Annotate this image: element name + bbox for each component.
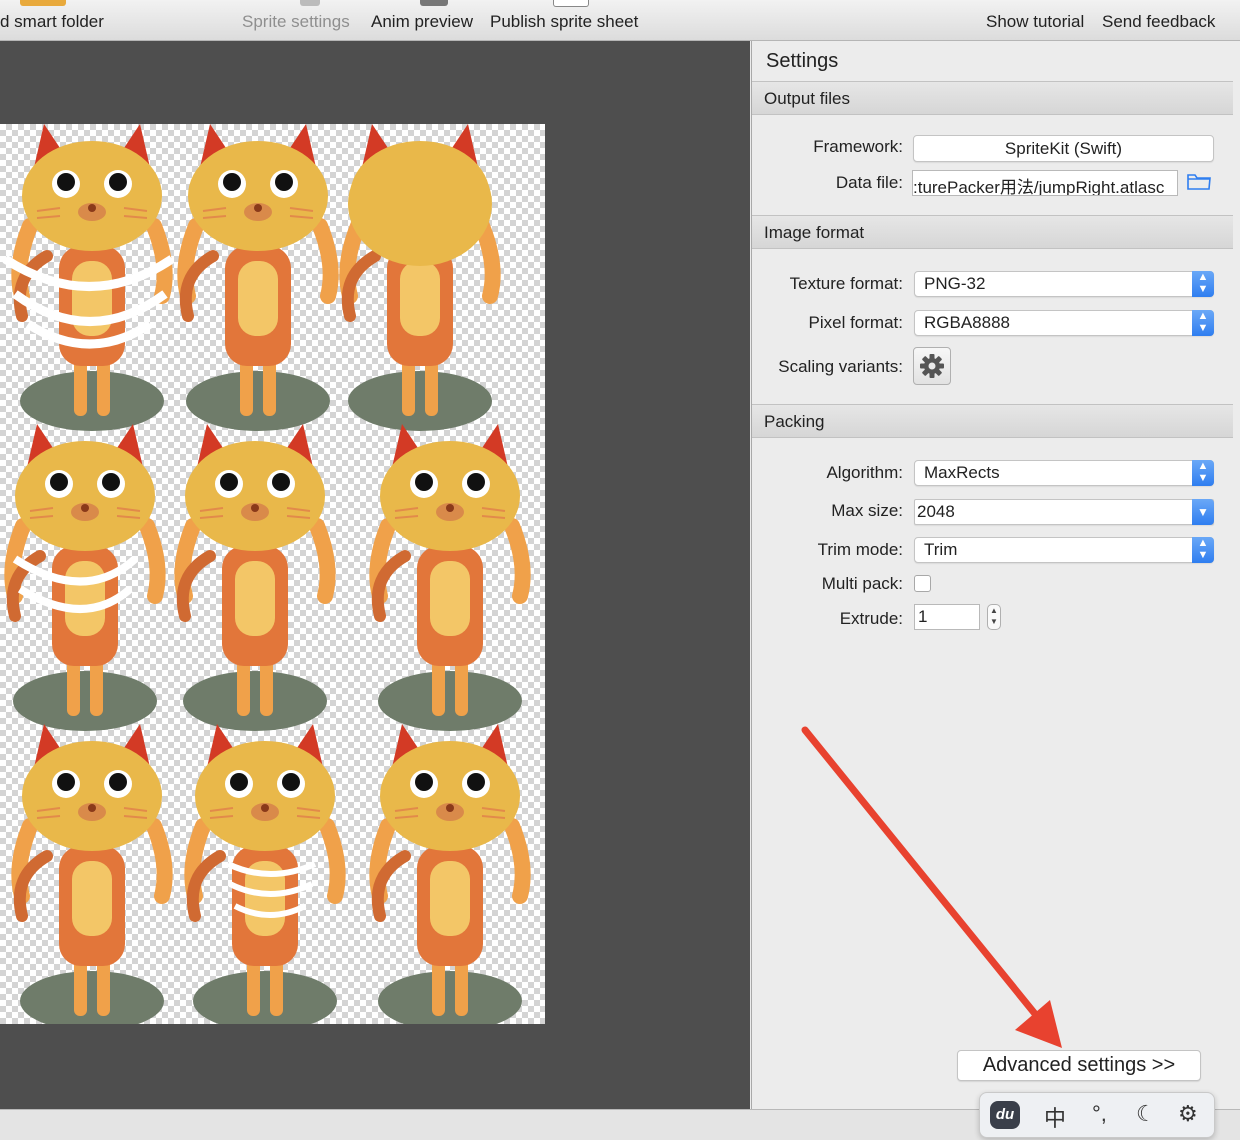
texture-format-value: PNG-32	[924, 274, 986, 293]
output-files-title: Output files	[764, 89, 850, 108]
extrude-stepper[interactable]: ▲ ▼	[987, 604, 1001, 630]
packing-title: Packing	[764, 412, 825, 431]
ime-toolbar: du 中 °, ☾ ⚙	[979, 1092, 1215, 1138]
cat-back-head	[348, 142, 492, 266]
settings-title: Settings	[766, 50, 839, 72]
anim-preview-icon	[420, 0, 448, 6]
pixel-format-select[interactable]: RGBA8888 ▲ ▼	[914, 310, 1214, 336]
data-file-value: :turePacker用法/jumpRight.atlasc	[913, 178, 1165, 196]
smart-folder-icon	[20, 0, 66, 6]
algorithm-label: Algorithm:	[826, 463, 903, 482]
texture-format-label: Texture format:	[789, 274, 903, 293]
ime-logo-icon[interactable]: du	[990, 1101, 1020, 1129]
framework-button[interactable]: SpriteKit (Swift)	[913, 135, 1214, 162]
select-arrows-icon: ▲ ▼	[1192, 460, 1214, 486]
sprite-sheet-image	[2, 124, 545, 1024]
cat-sprite-6	[377, 424, 522, 731]
moon-icon[interactable]: ☾	[1136, 1101, 1156, 1127]
extrude-value: 1	[918, 607, 928, 626]
multi-pack-checkbox[interactable]	[914, 575, 931, 592]
data-file-label: Data file:	[835, 173, 903, 192]
image-format-header[interactable]: Image format	[752, 215, 1233, 249]
folder-icon[interactable]	[1187, 171, 1211, 191]
select-arrows-icon: ▲ ▼	[1192, 537, 1214, 563]
trim-mode-value: Trim	[924, 540, 958, 559]
ime-punctuation-toggle[interactable]: °,	[1092, 1101, 1107, 1127]
framework-value: SpriteKit (Swift)	[1004, 139, 1123, 158]
scaling-variants-button[interactable]	[913, 347, 951, 385]
cat-sprite-5	[182, 424, 327, 731]
max-size-label: Max size:	[831, 501, 903, 520]
output-files-header[interactable]: Output files	[752, 81, 1233, 115]
settings-panel: Settings Output files Framework: SpriteK…	[751, 41, 1240, 1109]
image-format-title: Image format	[764, 223, 865, 242]
pixel-format-label: Pixel format:	[808, 313, 903, 332]
sprite-sheet-canvas[interactable]	[0, 41, 750, 1109]
cat-sprite-9	[377, 724, 522, 1024]
anim-preview-button[interactable]: Anim preview	[371, 12, 473, 32]
algorithm-select[interactable]: MaxRects ▲ ▼	[914, 460, 1214, 486]
max-size-combo[interactable]: 2048 ▼	[914, 499, 1214, 525]
cat-sprite-7	[19, 724, 164, 1024]
sprite-settings-button[interactable]: Sprite settings	[242, 12, 350, 32]
extrude-input[interactable]: 1	[914, 604, 980, 630]
toolbar: d smart folder Sprite settings Anim prev…	[0, 0, 1240, 41]
cat-sprite-2	[185, 124, 330, 431]
send-feedback-button[interactable]: Send feedback	[1102, 12, 1215, 32]
ime-chinese-toggle[interactable]: 中	[1044, 1101, 1066, 1133]
select-arrows-icon: ▲ ▼	[1192, 271, 1214, 297]
algorithm-value: MaxRects	[924, 463, 1000, 482]
extrude-label: Extrude:	[839, 609, 903, 628]
data-file-input[interactable]: :turePacker用法/jumpRight.atlasc	[912, 170, 1178, 196]
trim-mode-select[interactable]: Trim ▲ ▼	[914, 537, 1214, 563]
publish-icon	[553, 0, 589, 7]
scaling-variants-label: Scaling variants:	[778, 357, 903, 376]
multi-pack-label: Multi pack:	[821, 574, 903, 593]
add-smart-folder-button[interactable]: d smart folder	[0, 12, 104, 32]
advanced-settings-button[interactable]: Advanced settings >>	[957, 1050, 1201, 1081]
pixel-format-value: RGBA8888	[924, 313, 1010, 332]
framework-label: Framework:	[813, 137, 903, 156]
trim-mode-label: Trim mode:	[817, 540, 903, 559]
sprite-settings-icon	[300, 0, 320, 6]
show-tutorial-button[interactable]: Show tutorial	[986, 12, 1084, 32]
select-arrows-icon: ▲ ▼	[1192, 310, 1214, 336]
texture-format-select[interactable]: PNG-32 ▲ ▼	[914, 271, 1214, 297]
publish-sprite-sheet-button[interactable]: Publish sprite sheet	[490, 12, 638, 32]
gear-icon	[920, 354, 944, 378]
chevron-down-icon: ▼	[1192, 499, 1214, 525]
max-size-value: 2048	[917, 502, 955, 521]
packing-header[interactable]: Packing	[752, 404, 1233, 438]
sprite-sheet-preview[interactable]	[0, 124, 545, 1024]
gear-icon[interactable]: ⚙	[1178, 1101, 1198, 1127]
